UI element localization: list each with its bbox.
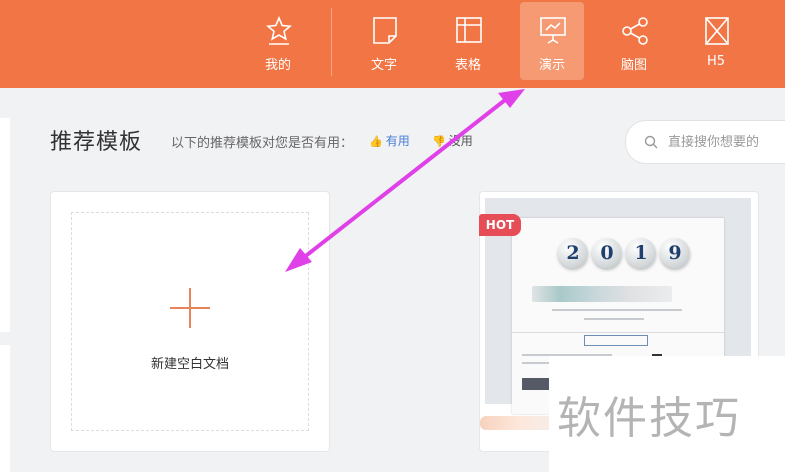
new-blank-document-button[interactable]: 新建空白文档 [71, 212, 309, 431]
search-input[interactable] [666, 131, 785, 153]
nav-tabs: 我的 文字 表格 演示 脑图 H5 [0, 0, 785, 88]
useless-label: 没用 [448, 134, 473, 148]
tab-presentation-label: 演示 [538, 58, 565, 73]
tab-mine[interactable]: 我的 [246, 2, 310, 80]
tab-text[interactable]: 文字 [352, 2, 416, 80]
star-icon [266, 15, 292, 45]
tab-spreadsheet-label: 表格 [454, 58, 481, 73]
search-icon [644, 135, 658, 149]
presentation-icon [540, 17, 566, 44]
hot-badge: HOT [479, 214, 521, 236]
mindmap-icon [622, 17, 648, 45]
slide-section-box [584, 335, 648, 346]
year-digit: 9 [660, 238, 690, 268]
thumbs-up-icon: 👍 [369, 135, 383, 148]
tab-presentation[interactable]: 演示 [520, 2, 584, 80]
slide-image-block [522, 378, 552, 390]
author-line [584, 318, 644, 320]
left-panel-edge [0, 118, 10, 332]
section-title: 推荐模板 [50, 130, 143, 155]
year-digit: 2 [558, 238, 588, 268]
feedback-question: 以下的推荐模板对您是否有用： [171, 136, 354, 151]
h5-icon [705, 17, 729, 45]
useful-label: 有用 [385, 134, 410, 148]
year-digit: 1 [626, 238, 656, 268]
tab-mindmap-label: 脑图 [620, 58, 647, 73]
tab-h5[interactable]: H5 [684, 2, 748, 80]
left-panel-edge-lower [0, 345, 10, 472]
nav-divider [331, 8, 332, 76]
blurred-title [532, 286, 672, 302]
tab-h5-label: H5 [706, 54, 726, 69]
plus-icon-vertical [189, 288, 191, 328]
useful-button[interactable]: 👍 有用 [369, 132, 410, 149]
new-blank-document-card[interactable]: 新建空白文档 [50, 191, 330, 452]
tab-mine-label: 我的 [264, 58, 291, 73]
useless-button[interactable]: 👎 没用 [432, 132, 473, 149]
new-blank-document-label: 新建空白文档 [150, 357, 229, 372]
tab-mindmap[interactable]: 脑图 [602, 2, 666, 80]
year-digit: 0 [592, 238, 622, 268]
slide-divider [512, 332, 724, 333]
watermark-text: 软件技巧 [557, 393, 741, 444]
search-box[interactable] [625, 120, 785, 164]
document-icon [373, 17, 397, 44]
thumbs-down-icon: 👎 [432, 135, 446, 148]
spreadsheet-icon [456, 17, 482, 43]
tab-spreadsheet[interactable]: 表格 [436, 2, 500, 80]
tab-text-label: 文字 [370, 58, 397, 73]
subtitle-line [552, 309, 682, 311]
